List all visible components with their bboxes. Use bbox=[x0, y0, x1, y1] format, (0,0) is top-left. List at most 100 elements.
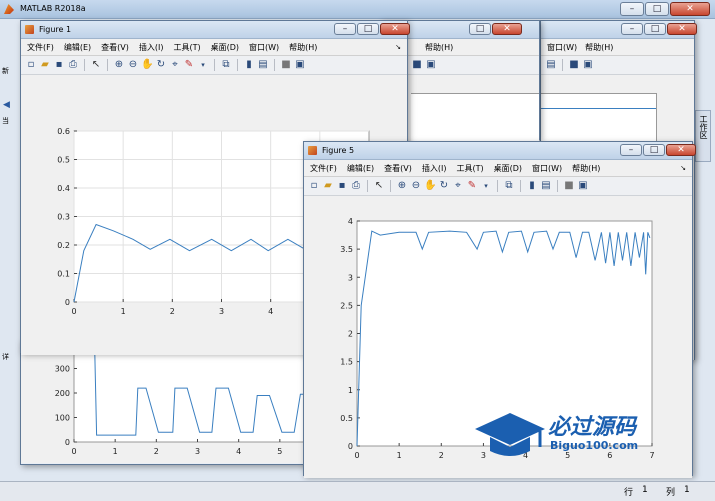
maximize-button[interactable]: □ bbox=[469, 23, 491, 35]
edit-plot-arrow-icon[interactable]: ↖ bbox=[373, 180, 385, 192]
zoom-in-icon[interactable]: ⊕ bbox=[396, 180, 408, 192]
watermark-url: Biguo100.com bbox=[550, 439, 639, 452]
legend-icon[interactable]: ▤ bbox=[545, 59, 557, 71]
menu-help[interactable]: 帮助(H) bbox=[585, 42, 613, 53]
rotate-3d-icon[interactable]: ↻ bbox=[438, 180, 450, 192]
menu-file[interactable]: 文件(F) bbox=[310, 163, 337, 174]
show-plot-tools-icon[interactable]: ▣ bbox=[582, 59, 594, 71]
menu-desktop[interactable]: 桌面(D) bbox=[211, 42, 239, 53]
show-plot-tools-icon[interactable]: ▣ bbox=[425, 59, 437, 71]
menu-help[interactable]: 帮助(H) bbox=[289, 42, 317, 53]
menu-view[interactable]: 查看(V) bbox=[101, 42, 129, 53]
link-plot-icon[interactable]: ⧉ bbox=[220, 59, 232, 71]
brush-icon[interactable]: ✎ bbox=[466, 180, 478, 192]
menu-desktop[interactable]: 桌面(D) bbox=[494, 163, 522, 174]
menu-tools[interactable]: 工具(T) bbox=[173, 42, 200, 53]
maximize-button[interactable]: □ bbox=[645, 2, 669, 16]
menu-insert[interactable]: 插入(I) bbox=[422, 163, 447, 174]
menu-window[interactable]: 窗口(W) bbox=[532, 163, 562, 174]
workspace-side-tab[interactable]: 工作区 bbox=[695, 110, 711, 162]
x-tick-label: 0 bbox=[71, 447, 76, 456]
menu-tools[interactable]: 工具(T) bbox=[456, 163, 483, 174]
new-figure-icon[interactable]: ▫ bbox=[25, 59, 37, 71]
x-tick-label: 2 bbox=[439, 451, 444, 460]
row-label: 行 bbox=[624, 488, 634, 498]
hide-plot-tools-icon[interactable]: ■ bbox=[411, 59, 423, 71]
y-tick-label: 0.6 bbox=[57, 127, 70, 136]
figure-menu-bar: 窗口(W) 帮助(H) bbox=[541, 39, 694, 56]
menu-help[interactable]: 帮助(H) bbox=[425, 42, 453, 53]
pan-hand-icon[interactable]: ✋ bbox=[141, 59, 153, 71]
save-icon[interactable]: ▪ bbox=[336, 180, 348, 192]
close-button[interactable]: ✕ bbox=[380, 23, 410, 35]
hide-plot-tools-icon[interactable]: ■ bbox=[568, 59, 580, 71]
colorbar-icon[interactable]: ▮ bbox=[526, 180, 538, 192]
link-plot-icon[interactable]: ⧉ bbox=[503, 180, 515, 192]
minimize-button[interactable]: – bbox=[621, 23, 643, 35]
menu-file[interactable]: 文件(F) bbox=[27, 42, 54, 53]
hide-plot-tools-icon[interactable]: ■ bbox=[280, 59, 292, 71]
pan-hand-icon[interactable]: ✋ bbox=[424, 180, 436, 192]
minimize-button[interactable]: – bbox=[620, 2, 644, 16]
data-cursor-icon[interactable]: ⌖ bbox=[452, 180, 464, 192]
menu-edit[interactable]: 编辑(E) bbox=[347, 163, 374, 174]
brush-dropdown-icon[interactable]: ▾ bbox=[480, 180, 492, 192]
x-tick-label: 1 bbox=[113, 447, 118, 456]
close-button[interactable]: ✕ bbox=[666, 144, 696, 156]
y-tick-label: 0 bbox=[65, 438, 70, 447]
menu-view[interactable]: 查看(V) bbox=[384, 163, 412, 174]
left-panel-stub: 新 bbox=[2, 67, 9, 75]
y-tick-label: 0 bbox=[348, 442, 353, 451]
colorbar-icon[interactable]: ▮ bbox=[243, 59, 255, 71]
save-icon[interactable]: ▪ bbox=[53, 59, 65, 71]
figure-5-title: Figure 5 bbox=[322, 146, 355, 155]
y-tick-label: 0.1 bbox=[57, 270, 70, 279]
rotate-3d-icon[interactable]: ↻ bbox=[155, 59, 167, 71]
close-button[interactable]: ✕ bbox=[492, 23, 522, 35]
maximize-button[interactable]: □ bbox=[643, 144, 665, 156]
hide-plot-tools-icon[interactable]: ■ bbox=[563, 180, 575, 192]
x-tick-label: 0 bbox=[354, 451, 359, 460]
brush-icon[interactable]: ✎ bbox=[183, 59, 195, 71]
legend-icon[interactable]: ▤ bbox=[540, 180, 552, 192]
open-folder-icon[interactable]: ▰ bbox=[39, 59, 51, 71]
edit-plot-arrow-icon[interactable]: ↖ bbox=[90, 59, 102, 71]
open-folder-icon[interactable]: ▰ bbox=[322, 180, 334, 192]
menu-window[interactable]: 窗口(W) bbox=[249, 42, 279, 53]
menu-insert[interactable]: 插入(I) bbox=[139, 42, 164, 53]
new-figure-icon[interactable]: ▫ bbox=[308, 180, 320, 192]
show-plot-tools-icon[interactable]: ▣ bbox=[577, 180, 589, 192]
menu-window[interactable]: 窗口(W) bbox=[547, 42, 577, 53]
zoom-out-icon[interactable]: ⊖ bbox=[410, 180, 422, 192]
print-icon[interactable]: ⎙ bbox=[350, 180, 362, 192]
matlab-window-controls: – □ ✕ bbox=[620, 2, 710, 16]
watermark-brand: 必过源码 bbox=[548, 415, 637, 440]
figure-plot-area: 0100200300400012345 bbox=[21, 340, 319, 463]
menu-help[interactable]: 帮助(H) bbox=[572, 163, 600, 174]
minimize-button[interactable]: – bbox=[620, 144, 642, 156]
figure-toolbar: ▤ ■ ▣ bbox=[541, 56, 694, 75]
maximize-button[interactable]: □ bbox=[644, 23, 666, 35]
status-bar: 行 1 列 1 bbox=[0, 481, 715, 501]
figure-title-bar: – □ ✕ bbox=[541, 21, 697, 39]
back-arrow-icon[interactable]: ◀ bbox=[3, 100, 10, 110]
zoom-out-icon[interactable]: ⊖ bbox=[127, 59, 139, 71]
figure-1-title: Figure 1 bbox=[39, 25, 72, 34]
menu-dock-arrow-icon[interactable]: ↘ bbox=[680, 164, 686, 172]
print-icon[interactable]: ⎙ bbox=[67, 59, 79, 71]
brush-dropdown-icon[interactable]: ▾ bbox=[197, 59, 209, 71]
zoom-in-icon[interactable]: ⊕ bbox=[113, 59, 125, 71]
details-stub: 详 bbox=[2, 353, 9, 361]
show-plot-tools-icon[interactable]: ▣ bbox=[294, 59, 306, 71]
legend-icon[interactable]: ▤ bbox=[257, 59, 269, 71]
close-button[interactable]: ✕ bbox=[670, 2, 710, 16]
figure-5-title-bar: Figure 5 – □ ✕ bbox=[304, 142, 696, 160]
menu-dock-arrow-icon[interactable]: ↘ bbox=[395, 43, 401, 51]
minimize-button[interactable]: – bbox=[334, 23, 356, 35]
x-tick-label: 5 bbox=[277, 447, 282, 456]
close-button[interactable]: ✕ bbox=[667, 23, 697, 35]
x-tick-label: 4 bbox=[268, 307, 273, 316]
data-cursor-icon[interactable]: ⌖ bbox=[169, 59, 181, 71]
menu-edit[interactable]: 编辑(E) bbox=[64, 42, 91, 53]
maximize-button[interactable]: □ bbox=[357, 23, 379, 35]
